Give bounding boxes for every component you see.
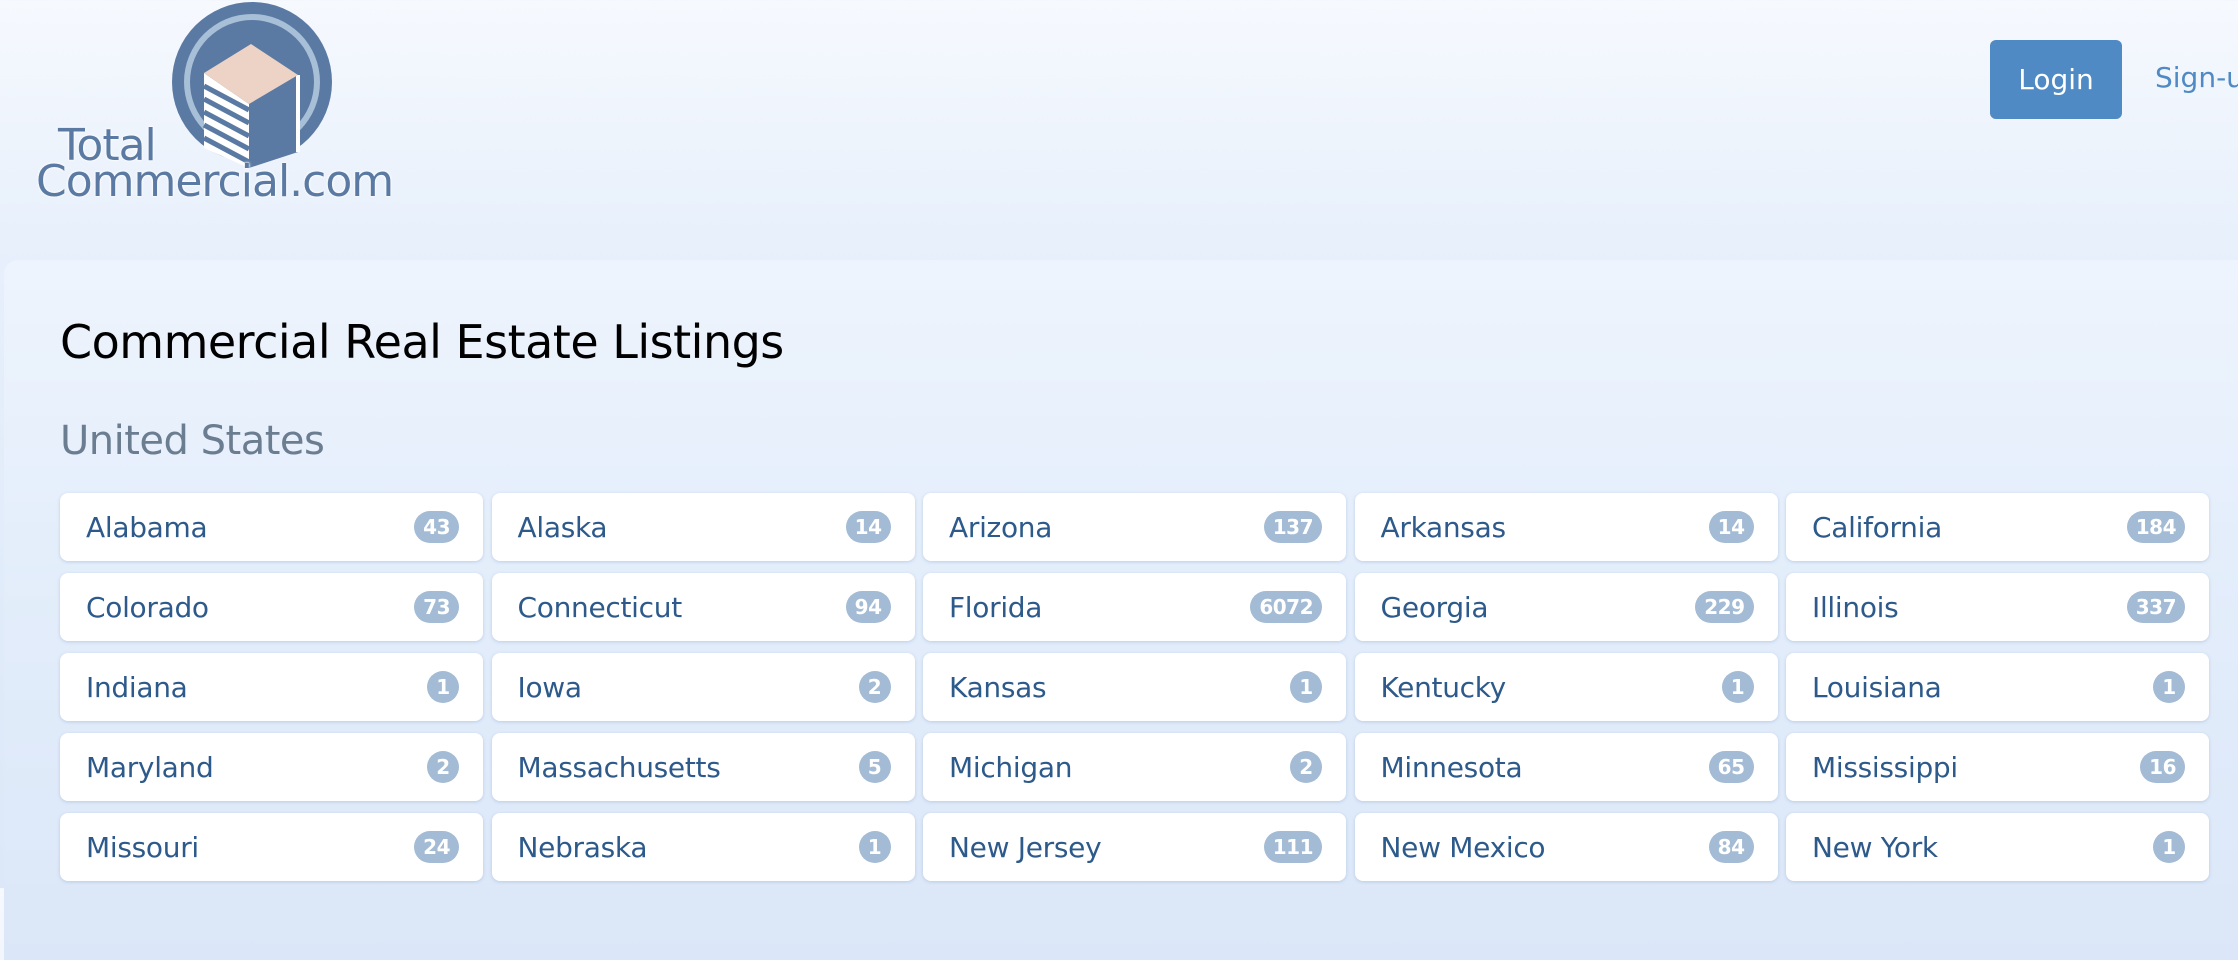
state-card[interactable]: Illinois 337: [1786, 573, 2209, 641]
state-card[interactable]: Kentucky 1: [1354, 653, 1778, 721]
state-card[interactable]: New Mexico 84: [1354, 813, 1778, 881]
listing-count-badge: 184: [2126, 511, 2185, 543]
login-button[interactable]: Login: [1990, 40, 2122, 119]
state-card[interactable]: Indiana 1: [60, 653, 483, 721]
state-name: Minnesota: [1380, 750, 1523, 784]
state-name: Mississippi: [1812, 750, 1958, 784]
listing-count-badge: 1: [2153, 671, 2185, 703]
state-name: Arizona: [949, 510, 1053, 544]
site-logo[interactable]: Total Commercial.com: [34, 0, 394, 210]
state-card[interactable]: New York 1: [1786, 813, 2209, 881]
state-card[interactable]: Alaska 14: [491, 493, 915, 561]
listing-count-badge: 337: [2126, 591, 2185, 623]
listing-count-badge: 1: [427, 671, 459, 703]
state-card[interactable]: New Jersey 111: [923, 813, 1346, 881]
listing-count-badge: 43: [414, 511, 459, 543]
state-name: Illinois: [1812, 590, 1899, 624]
state-card[interactable]: Massachusetts 5: [491, 733, 915, 801]
state-card[interactable]: Minnesota 65: [1354, 733, 1778, 801]
listing-count-badge: 73: [414, 591, 459, 623]
state-card[interactable]: Missouri 24: [60, 813, 483, 881]
state-card[interactable]: California 184: [1786, 493, 2209, 561]
state-name: Connecticut: [517, 590, 683, 624]
listing-count-badge: 94: [845, 591, 891, 623]
state-card[interactable]: Connecticut 94: [491, 573, 915, 641]
state-name: Louisiana: [1812, 670, 1942, 704]
state-name: Michigan: [949, 750, 1073, 784]
state-name: Maryland: [86, 750, 214, 784]
listing-count-badge: 111: [1263, 831, 1322, 863]
listing-count-badge: 6072: [1250, 591, 1322, 623]
signup-link[interactable]: Sign-u: [2155, 58, 2238, 98]
listing-count-badge: 1: [2153, 831, 2185, 863]
state-name: Alabama: [86, 510, 208, 544]
state-card[interactable]: Mississippi 16: [1786, 733, 2209, 801]
state-name: Iowa: [517, 670, 583, 704]
state-name: Kentucky: [1380, 670, 1507, 704]
state-card[interactable]: Florida 6072: [923, 573, 1346, 641]
listing-count-badge: 1: [1721, 671, 1754, 703]
state-name: Nebraska: [517, 830, 648, 864]
listing-count-badge: 5: [858, 751, 891, 783]
listing-count-badge: 84: [1708, 831, 1754, 863]
state-name: Massachusetts: [517, 750, 721, 784]
listing-count-badge: 2: [858, 671, 891, 703]
state-card[interactable]: Georgia 229: [1354, 573, 1778, 641]
state-card[interactable]: Louisiana 1: [1786, 653, 2209, 721]
state-name: New York: [1812, 830, 1938, 864]
state-name: New Mexico: [1380, 830, 1546, 864]
state-name: Colorado: [86, 590, 209, 624]
state-name: California: [1812, 510, 1942, 544]
state-card[interactable]: Maryland 2: [60, 733, 483, 801]
state-card[interactable]: Nebraska 1: [491, 813, 915, 881]
state-name: Missouri: [86, 830, 199, 864]
section-title-country: United States: [60, 418, 325, 464]
listing-count-badge: 1: [858, 831, 891, 863]
state-name: Alaska: [517, 510, 608, 544]
listing-count-badge: 16: [2140, 751, 2185, 783]
listing-count-badge: 229: [1695, 591, 1754, 623]
listing-count-badge: 24: [414, 831, 459, 863]
listing-count-badge: 14: [845, 511, 891, 543]
state-name: Georgia: [1380, 590, 1489, 624]
listing-count-badge: 2: [1290, 751, 1322, 783]
state-name: New Jersey: [949, 830, 1102, 864]
state-card[interactable]: Colorado 73: [60, 573, 483, 641]
listing-count-badge: 14: [1708, 511, 1754, 543]
state-name: Kansas: [949, 670, 1047, 704]
state-name: Indiana: [86, 670, 188, 704]
state-card[interactable]: Iowa 2: [491, 653, 915, 721]
listing-count-badge: 65: [1708, 751, 1754, 783]
state-card[interactable]: Arkansas 14: [1354, 493, 1778, 561]
listing-count-badge: 2: [427, 751, 459, 783]
state-card[interactable]: Alabama 43: [60, 493, 483, 561]
state-name: Florida: [949, 590, 1043, 624]
listing-count-badge: 1: [1290, 671, 1322, 703]
state-card[interactable]: Kansas 1: [923, 653, 1346, 721]
state-name: Arkansas: [1380, 510, 1507, 544]
listing-count-badge: 137: [1263, 511, 1322, 543]
state-card[interactable]: Michigan 2: [923, 733, 1346, 801]
logo-text-commercial: Commercial.com: [36, 156, 394, 207]
site-header: Total Commercial.com Login Sign-u: [0, 0, 2238, 260]
state-card[interactable]: Arizona 137: [923, 493, 1346, 561]
page-title: Commercial Real Estate Listings: [60, 315, 784, 369]
